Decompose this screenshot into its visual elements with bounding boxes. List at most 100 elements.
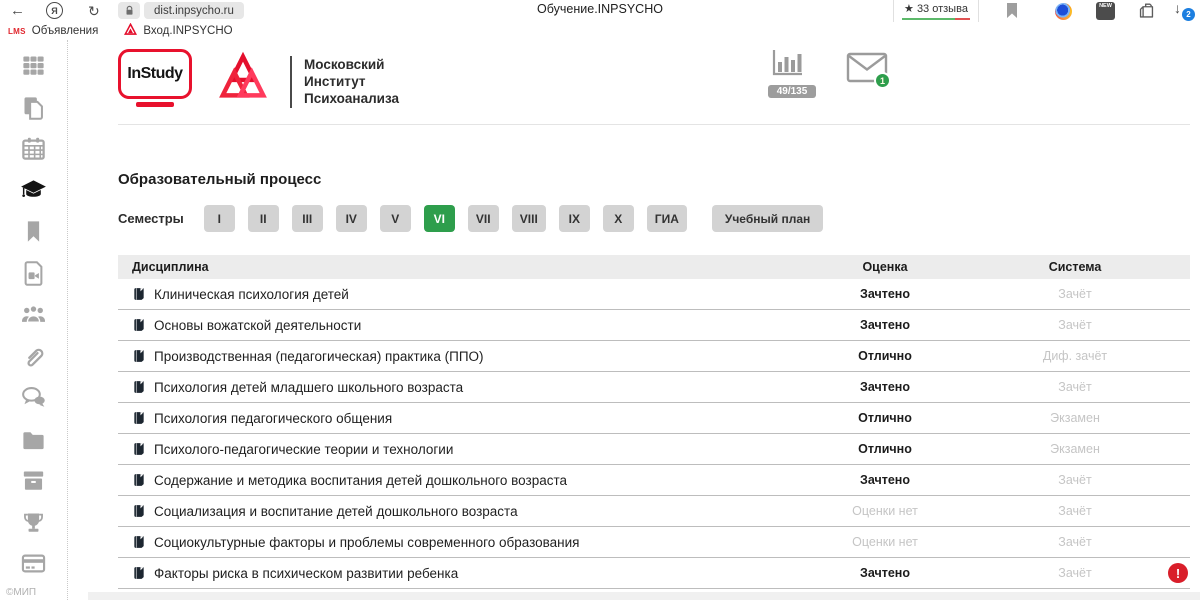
semester-button-IV[interactable]: IV xyxy=(336,205,367,232)
semester-button-ГИА[interactable]: ГИА xyxy=(647,205,687,232)
folder-icon[interactable] xyxy=(20,426,47,453)
table-row[interactable]: Социализация и воспитание детей дошкольн… xyxy=(118,496,1190,527)
bookmark-label: Объявления xyxy=(32,25,99,37)
book-icon xyxy=(132,411,146,425)
discipline-cell: Психология детей младшего школьного возр… xyxy=(118,380,810,395)
semester-button-VI[interactable]: VI xyxy=(424,205,455,232)
discipline-name: Социокультурные факторы и проблемы совре… xyxy=(154,535,579,550)
book-icon xyxy=(132,318,146,332)
bookmark-icon[interactable] xyxy=(20,218,47,245)
discipline-cell: Психология педагогического общения xyxy=(118,411,810,426)
users-group-icon[interactable] xyxy=(20,301,47,328)
table-row[interactable]: Производственная (педагогическая) практи… xyxy=(118,341,1190,372)
discipline-cell: Факторы риска в психическом развитии реб… xyxy=(118,566,810,581)
table-row[interactable]: Психология детей младшего школьного возр… xyxy=(118,372,1190,403)
bookmark-announcements[interactable]: LMS Объявления xyxy=(8,25,98,37)
table-row[interactable]: Психолого-педагогические теории и технол… xyxy=(118,434,1190,465)
chat-icon[interactable] xyxy=(20,384,47,411)
book-icon xyxy=(132,566,146,580)
column-system: Система xyxy=(960,260,1190,274)
table-row[interactable]: Клиническая психология детей Зачтено Зач… xyxy=(118,279,1190,310)
discipline-name: Психология педагогического общения xyxy=(154,411,392,426)
alert-icon[interactable]: ! xyxy=(1168,563,1188,583)
table-row[interactable]: Факторы риска в психическом развитии реб… xyxy=(118,558,1190,589)
calendar-icon[interactable] xyxy=(20,135,47,162)
semester-button-VII[interactable]: VII xyxy=(468,205,499,232)
discipline-name: Основы вожатской деятельности xyxy=(154,318,361,333)
semester-button-IX[interactable]: IX xyxy=(559,205,590,232)
semester-button-V[interactable]: V xyxy=(380,205,411,232)
disciplines-table: Дисциплина Оценка Система Клиническая пс… xyxy=(118,255,1190,589)
browser-extension-icon[interactable] xyxy=(1055,3,1072,20)
new-extension-label: NEW xyxy=(1096,2,1115,11)
grade-cell: Зачтено xyxy=(810,318,960,332)
progress-stats-button[interactable]: 49/135 xyxy=(768,48,816,98)
content-area: InStudy Московский Институт Психоанализа xyxy=(68,40,1200,600)
system-cell: Зачёт xyxy=(960,380,1190,394)
copyright-label: ©МИП xyxy=(6,587,36,598)
semester-button-I[interactable]: I xyxy=(204,205,235,232)
table-row[interactable]: Социокультурные факторы и проблемы совре… xyxy=(118,527,1190,558)
refresh-icon[interactable]: ↻ xyxy=(88,0,100,22)
header-divider xyxy=(290,56,292,108)
system-cell: Зачёт xyxy=(960,535,1190,549)
new-extension-icon[interactable]: NEW xyxy=(1096,2,1115,20)
rating-bar xyxy=(902,18,970,21)
mail-badge: 1 xyxy=(874,72,891,89)
apps-grid-icon[interactable] xyxy=(20,52,47,79)
download-icon: ↓ xyxy=(1174,0,1181,16)
star-icon: ★ xyxy=(904,3,914,15)
bookmarks-bar: LMS Объявления Вход.INPSYCHO xyxy=(0,22,1200,40)
reviews-button[interactable]: ★ 33 отзыва xyxy=(893,0,979,22)
bookmark-login-inpsycho[interactable]: Вход.INPSYCHO xyxy=(124,23,232,39)
curriculum-plan-button[interactable]: Учебный план xyxy=(712,205,823,232)
table-row[interactable]: Психология педагогического общения Отлич… xyxy=(118,403,1190,434)
mail-button[interactable]: 1 xyxy=(846,52,890,88)
discipline-name: Социализация и воспитание детей дошкольн… xyxy=(154,504,518,519)
collections-icon[interactable] xyxy=(1138,3,1155,24)
discipline-cell: Клиническая психология детей xyxy=(118,287,810,302)
back-icon[interactable]: ← xyxy=(10,0,25,22)
semester-buttons: IIIIIIIVVVIVIIVIIIIXXГИА xyxy=(204,205,700,232)
semester-button-II[interactable]: II xyxy=(248,205,279,232)
education-graduation-cap-icon[interactable] xyxy=(20,177,47,204)
discipline-cell: Основы вожатской деятельности xyxy=(118,318,810,333)
column-discipline: Дисциплина xyxy=(118,260,810,274)
bookmark-flag-icon[interactable] xyxy=(1006,3,1018,24)
semester-button-III[interactable]: III xyxy=(292,205,323,232)
downloads-badge: 2 xyxy=(1182,8,1195,21)
system-cell: Экзамен xyxy=(960,442,1190,456)
video-file-icon[interactable] xyxy=(20,260,47,287)
discipline-name: Содержание и методика воспитания детей д… xyxy=(154,473,567,488)
yandex-icon[interactable]: Я xyxy=(46,2,63,19)
trophy-icon[interactable] xyxy=(20,509,47,536)
grade-cell: Отлично xyxy=(810,442,960,456)
grade-cell: Зачтено xyxy=(810,473,960,487)
credit-card-icon[interactable] xyxy=(20,550,47,577)
semester-button-X[interactable]: X xyxy=(603,205,634,232)
semester-filter: Семестры IIIIIIIVVVIVIIVIIIIXXГИА Учебны… xyxy=(118,205,836,232)
grade-cell: Зачтено xyxy=(810,566,960,580)
discipline-name: Факторы риска в психическом развитии реб… xyxy=(154,566,458,581)
system-cell: Зачёт xyxy=(960,287,1190,301)
archive-box-icon[interactable] xyxy=(20,467,47,494)
paperclip-icon[interactable] xyxy=(20,343,47,370)
system-cell: Зачёт xyxy=(960,318,1190,332)
discipline-name: Клиническая психология детей xyxy=(154,287,349,302)
downloads-button[interactable]: ↓ 2 xyxy=(1172,0,1196,22)
system-cell: Зачёт xyxy=(960,473,1190,487)
semesters-label: Семестры xyxy=(118,211,184,226)
discipline-cell: Содержание и методика воспитания детей д… xyxy=(118,473,810,488)
table-row[interactable]: Основы вожатской деятельности Зачтено За… xyxy=(118,310,1190,341)
table-row[interactable]: Содержание и методика воспитания детей д… xyxy=(118,465,1190,496)
instudy-logo[interactable]: InStudy xyxy=(118,49,192,99)
discipline-cell: Социализация и воспитание детей дошкольн… xyxy=(118,504,810,519)
lock-icon[interactable] xyxy=(118,2,140,19)
discipline-name: Производственная (педагогическая) практи… xyxy=(154,349,484,364)
semester-button-VIII[interactable]: VIII xyxy=(512,205,546,232)
grade-cell: Зачтено xyxy=(810,380,960,394)
url-bar[interactable]: dist.inpsycho.ru xyxy=(144,2,244,19)
documents-icon[interactable] xyxy=(20,94,47,121)
app-window: ©МИП InStudy Московский Институт Психоан xyxy=(0,40,1200,600)
system-cell: Диф. зачёт xyxy=(960,349,1190,363)
